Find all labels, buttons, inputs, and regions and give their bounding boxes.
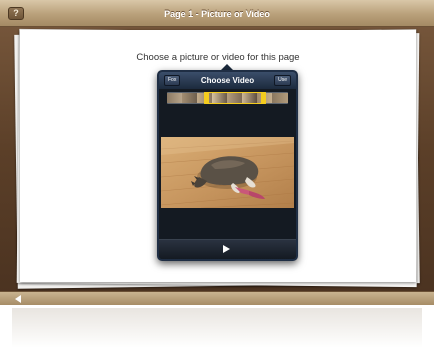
cat-video-frame <box>160 137 295 209</box>
question-mark-icon: ? <box>13 8 19 18</box>
bottom-toolbar <box>0 291 434 305</box>
reflection <box>12 308 422 348</box>
thumbnail-frame <box>182 93 197 103</box>
window-title: Page 1 - Picture or Video <box>164 9 270 19</box>
back-button[interactable]: Fox <box>164 75 181 86</box>
choose-video-popover: Choose Video Fox Use <box>157 70 298 261</box>
trim-selection[interactable] <box>204 92 266 104</box>
thumbnail-frame <box>167 93 182 103</box>
trim-end-handle[interactable] <box>261 93 265 103</box>
use-button[interactable]: Use <box>274 75 291 86</box>
video-preview[interactable] <box>160 137 295 209</box>
thumbnail-frame <box>272 93 288 103</box>
page-prompt: Choose a picture or video for this page <box>136 52 300 63</box>
trim-start-handle[interactable] <box>205 93 209 103</box>
help-button[interactable]: ? <box>8 7 24 20</box>
playback-toolbar <box>159 239 296 259</box>
video-trim-scrubber[interactable] <box>167 92 288 104</box>
title-bar: Page 1 - Picture or Video ? <box>0 0 434 27</box>
left-arrow-icon[interactable] <box>15 295 21 303</box>
play-icon[interactable] <box>223 245 230 253</box>
popover-nav-bar: Choose Video Fox Use <box>159 72 296 89</box>
